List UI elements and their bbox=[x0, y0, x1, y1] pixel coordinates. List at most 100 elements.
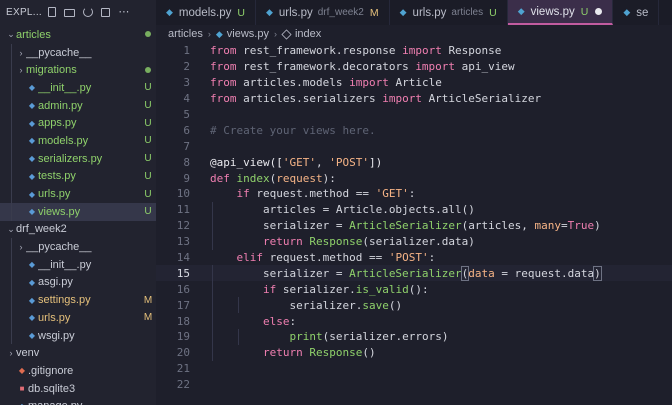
code-line[interactable]: 15 serializer = ArticleSerializer(data =… bbox=[156, 265, 672, 282]
python-file-icon: ◆ bbox=[28, 260, 36, 270]
more-actions-icon[interactable]: ⋯ bbox=[118, 6, 130, 18]
tree-file[interactable]: ◆ apps.py U bbox=[0, 114, 156, 133]
tree-item-label: tests.py bbox=[38, 170, 76, 183]
tree-folder[interactable]: ⌄ drf_week2 bbox=[0, 221, 156, 239]
collapse-all-icon[interactable] bbox=[101, 7, 111, 17]
code-line[interactable]: 11 articles = Article.objects.all() bbox=[156, 201, 672, 218]
code-text: print(serializer.errors) bbox=[210, 330, 672, 343]
new-folder-icon[interactable] bbox=[64, 9, 76, 17]
code-token: rest_framework.decorators bbox=[243, 60, 416, 74]
code-line[interactable]: 18 else: bbox=[156, 313, 672, 330]
tree-file[interactable]: ◆ views.py U bbox=[0, 202, 156, 221]
tree-file[interactable]: ◆manage.py bbox=[0, 397, 156, 405]
indent-guide bbox=[11, 291, 12, 309]
line-number: 15 bbox=[176, 266, 190, 280]
tree-file[interactable]: ◆ __init__.py U bbox=[0, 79, 156, 97]
tree-file[interactable]: ◆ urls.py M bbox=[0, 309, 156, 327]
code-line[interactable]: 20 return Response() bbox=[156, 344, 672, 361]
tree-file[interactable]: ◆ .gitignore bbox=[0, 362, 156, 380]
editor-tab[interactable]: ◆ se bbox=[613, 0, 660, 25]
line-number: 12 bbox=[176, 219, 190, 233]
code-text: serializer = ArticleSerializer(articles,… bbox=[210, 219, 672, 232]
code-line[interactable]: 8 @api_view(['GET', 'POST']) bbox=[156, 154, 672, 170]
breadcrumb-file[interactable]: views.py bbox=[227, 28, 269, 40]
refresh-icon[interactable] bbox=[83, 7, 94, 17]
tree-item-label: manage.py bbox=[28, 400, 140, 405]
tree-file[interactable]: ◆ settings.py M bbox=[0, 291, 156, 309]
tree-file[interactable]: ◆ asgi.py bbox=[0, 273, 156, 292]
code-line[interactable]: 21 bbox=[156, 361, 672, 377]
code-text: if request.method == 'GET': bbox=[210, 187, 672, 200]
code-line[interactable]: 9 def index(request): bbox=[156, 170, 672, 186]
breadcrumb-symbol[interactable]: index bbox=[295, 28, 321, 40]
code-line[interactable]: 22 bbox=[156, 377, 672, 393]
tree-item-label: serializers.py bbox=[38, 152, 103, 165]
tree-file[interactable]: ◆ urls.py U bbox=[0, 185, 156, 203]
indent-guide bbox=[11, 61, 12, 80]
code-token: from bbox=[210, 76, 244, 90]
tree-file[interactable]: ◆ serializers.py U bbox=[0, 149, 156, 168]
git-status-badge: U bbox=[144, 82, 152, 94]
code-token: request bbox=[276, 171, 323, 185]
tab-label: se bbox=[636, 6, 649, 19]
code-line[interactable]: 13 return Response(serializer.data) bbox=[156, 233, 672, 250]
code-line[interactable]: 12 serializer = ArticleSerializer(articl… bbox=[156, 217, 672, 234]
code-line[interactable]: 6 # Create your views here. bbox=[156, 122, 672, 138]
code-token: serializer = bbox=[262, 219, 350, 233]
code-token: import bbox=[415, 60, 462, 74]
code-token: articles.serializers bbox=[243, 92, 383, 106]
tree-file[interactable]: ◆ wsgi.py bbox=[0, 326, 156, 345]
code-line[interactable]: 16 if serializer.is_valid(): bbox=[156, 281, 672, 298]
breadcrumb-separator-icon: › bbox=[207, 29, 211, 39]
tree-folder[interactable]: › __pycache__ bbox=[0, 43, 156, 62]
python-file-icon: ◆ bbox=[28, 295, 36, 305]
tree-file[interactable]: ◆ tests.py U bbox=[0, 167, 156, 186]
code-line[interactable]: 3 from articles.models import Article bbox=[156, 75, 672, 91]
modified-dot-icon bbox=[140, 65, 156, 76]
code-line[interactable]: 10 if request.method == 'GET': bbox=[156, 186, 672, 202]
tree-file[interactable]: ◆ admin.py U bbox=[0, 96, 156, 115]
code-token: () bbox=[362, 346, 376, 360]
code-line[interactable]: 4 from articles.serializers import Articl… bbox=[156, 91, 672, 107]
code-token: return bbox=[262, 235, 310, 249]
code-line[interactable]: 7 bbox=[156, 138, 672, 154]
code-line[interactable]: 17 serializer.save() bbox=[156, 297, 672, 314]
code-line[interactable]: 5 bbox=[156, 107, 672, 123]
editor-tab[interactable]: ◆ views.py U bbox=[507, 0, 614, 25]
tree-folder[interactable]: › venv bbox=[0, 344, 156, 362]
code-line[interactable]: 2 from rest_framework.decorators import a… bbox=[156, 59, 672, 75]
unsaved-dot-icon[interactable] bbox=[595, 8, 603, 15]
code-text: if serializer.is_valid(): bbox=[210, 283, 672, 296]
code-line[interactable]: 19 print(serializer.errors) bbox=[156, 329, 672, 345]
tree-folder[interactable]: ⌄ articles bbox=[0, 26, 156, 44]
editor-tab[interactable]: ◆ urls.py drf_week2 M bbox=[256, 0, 390, 25]
line-number: 13 bbox=[176, 235, 190, 249]
code-token: many bbox=[534, 219, 562, 233]
editor-tab[interactable]: ◆ models.py U bbox=[156, 0, 256, 25]
code-token: articles.models bbox=[243, 76, 350, 90]
tree-file[interactable]: ◆ __init__.py bbox=[0, 255, 156, 274]
code-line[interactable]: 14 elif request.method == 'POST': bbox=[156, 250, 672, 266]
editor-tab[interactable]: ◆ urls.py articles U bbox=[390, 0, 508, 25]
tab-git-status: U bbox=[580, 5, 589, 18]
code-token: True bbox=[567, 219, 595, 233]
code-token: import bbox=[349, 76, 396, 90]
tree-file[interactable]: ◆ models.py U bbox=[0, 132, 156, 150]
tree-file[interactable]: ■ db.sqlite3 bbox=[0, 380, 156, 398]
git-status-badge: U bbox=[144, 170, 152, 182]
indent-guide bbox=[11, 149, 12, 168]
breadcrumb-folder[interactable]: articles bbox=[168, 28, 203, 40]
line-number: 19 bbox=[176, 330, 190, 344]
code-line[interactable]: 1 from rest_framework.response import Res… bbox=[156, 43, 672, 59]
code-text: elif request.method == 'POST': bbox=[210, 251, 672, 264]
code-editor[interactable]: 1 from rest_framework.response import Res… bbox=[156, 43, 672, 405]
tree-folder[interactable]: › migrations bbox=[0, 61, 156, 80]
tree-item-label: migrations bbox=[26, 64, 77, 77]
code-token: if bbox=[236, 187, 257, 201]
tree-folder[interactable]: › __pycache__ bbox=[0, 238, 156, 256]
new-file-icon[interactable] bbox=[48, 7, 57, 17]
line-number: 7 bbox=[183, 139, 190, 153]
